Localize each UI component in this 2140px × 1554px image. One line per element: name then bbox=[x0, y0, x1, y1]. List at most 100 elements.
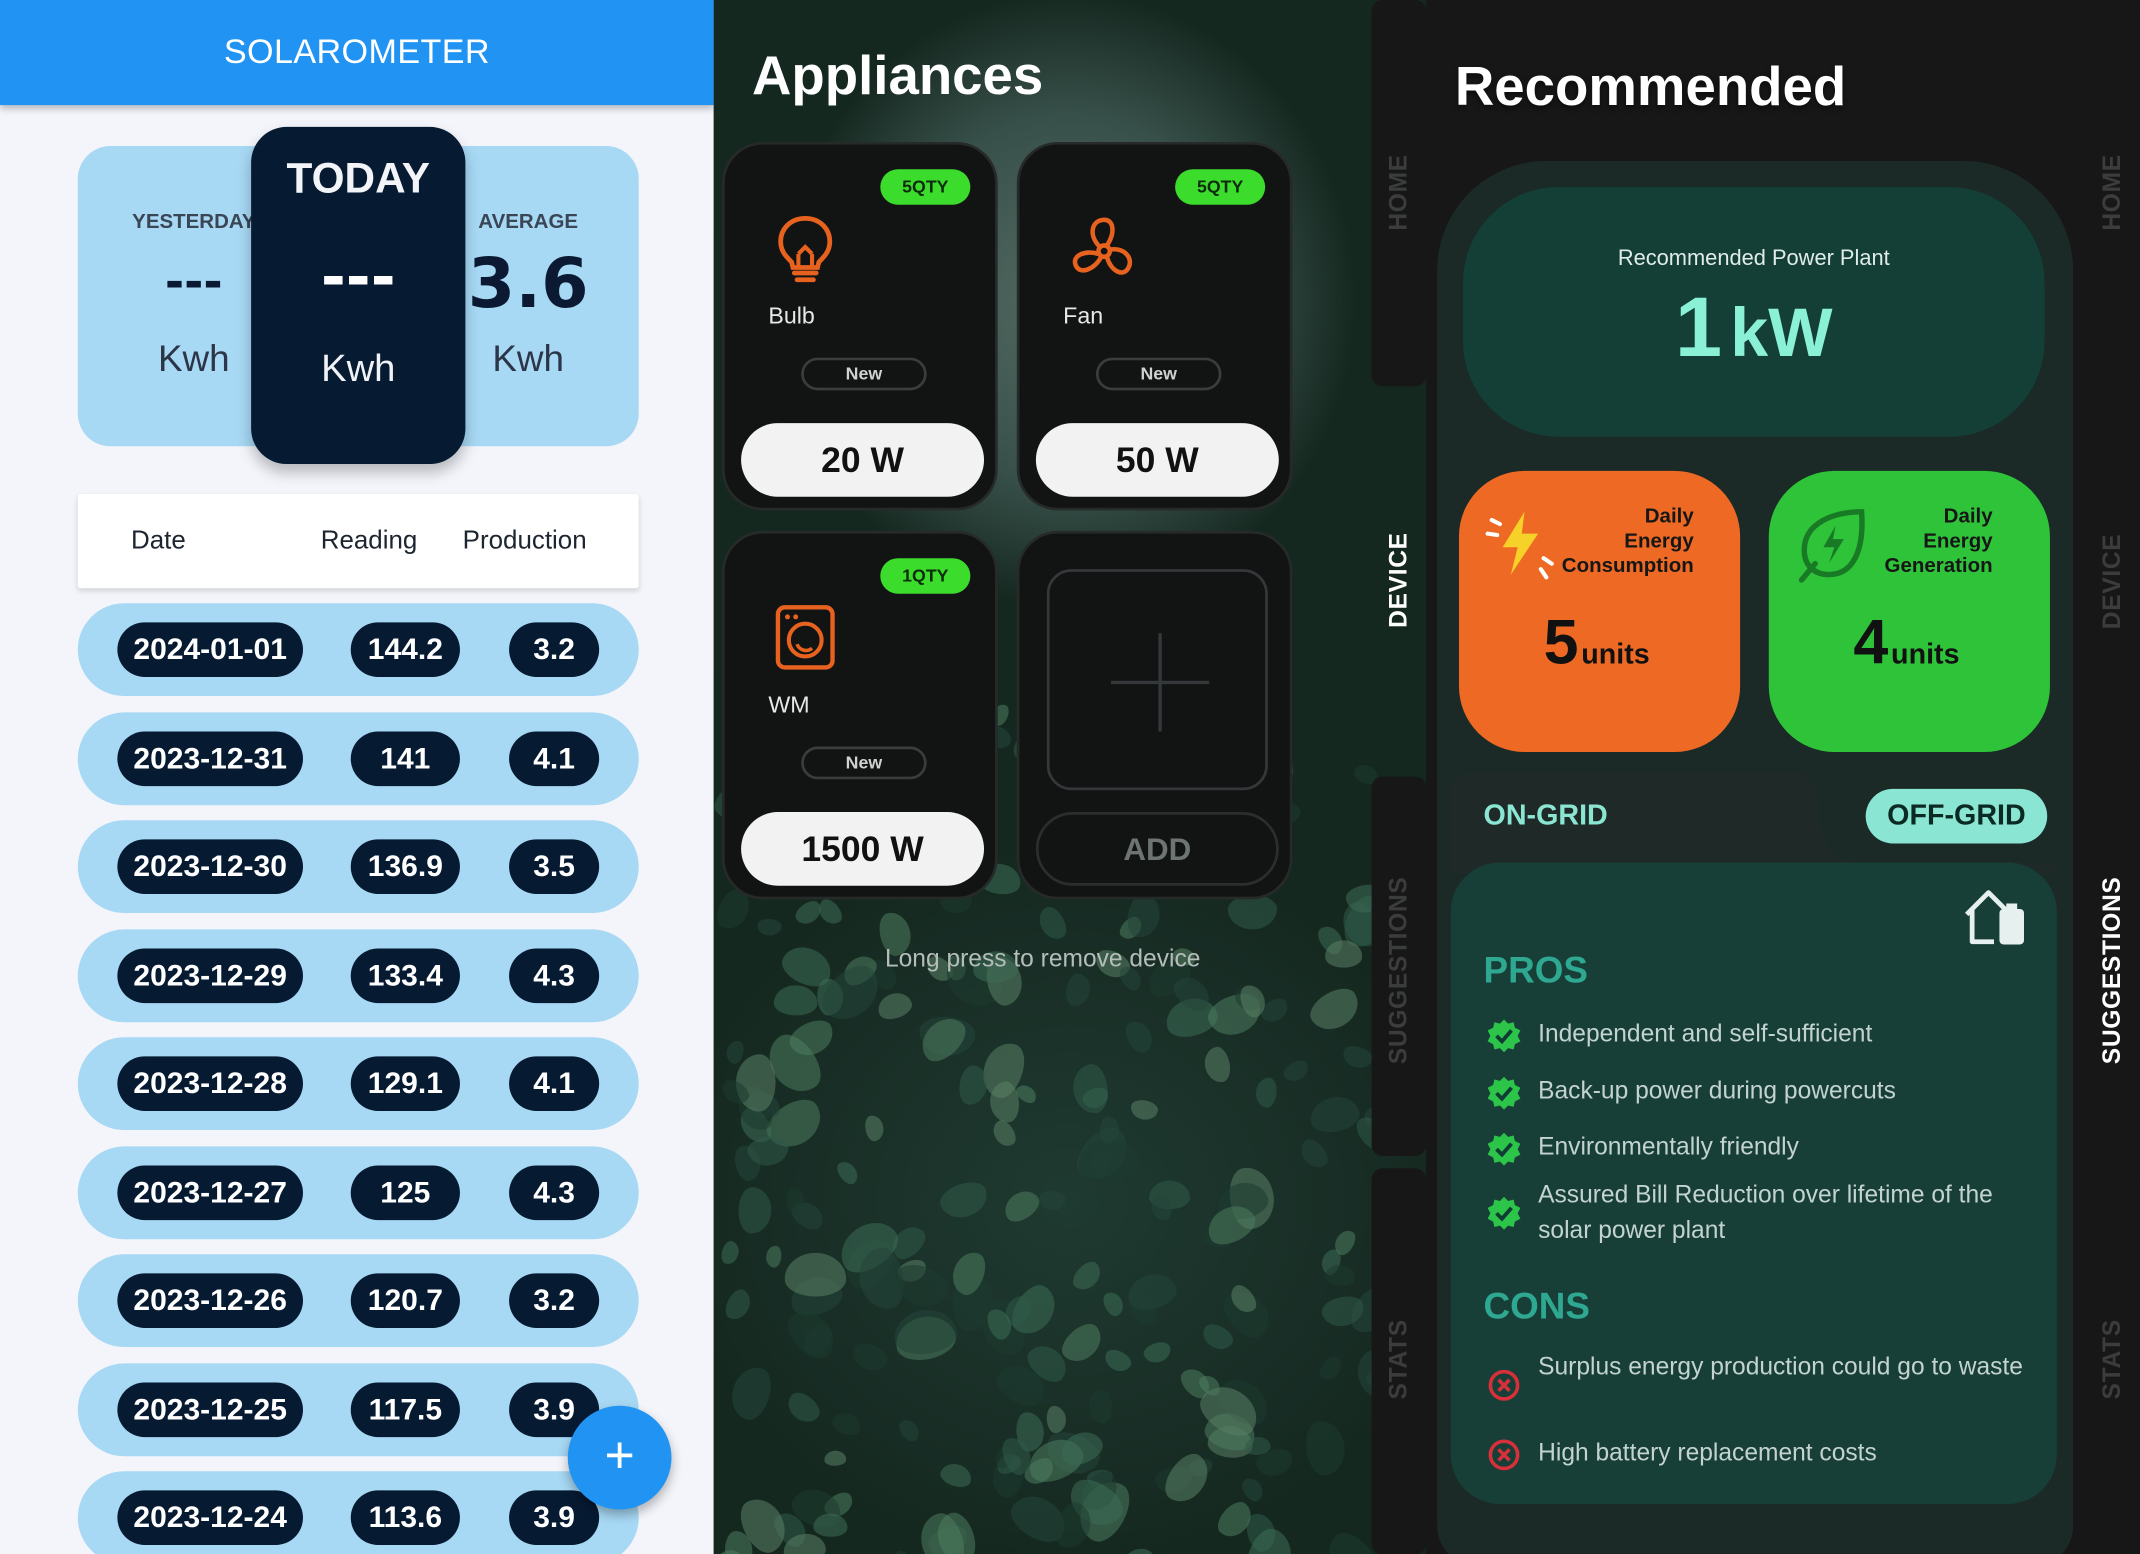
con-item: Surplus energy production could go to wa… bbox=[1538, 1352, 2023, 1380]
device-wattage[interactable]: 1500 W bbox=[741, 812, 985, 886]
bulb-icon bbox=[778, 215, 833, 283]
fan-icon bbox=[1072, 217, 1133, 275]
average-unit: Kwh bbox=[492, 338, 565, 380]
app-bar: SOLAROMETER bbox=[0, 0, 714, 106]
device-status: New bbox=[1095, 357, 1222, 391]
tab-off-grid[interactable]: OFF-GRID bbox=[1865, 788, 2048, 844]
generation-value: 4 units bbox=[1853, 605, 1960, 677]
today-label: TODAY bbox=[286, 154, 430, 202]
table-row[interactable]: 2023-12-27 125 4.3 bbox=[77, 1145, 639, 1239]
plus-icon: + bbox=[604, 1427, 635, 1485]
pro-item: Environmentally friendly bbox=[1538, 1132, 1799, 1161]
check-badge-icon bbox=[1487, 1076, 1521, 1110]
row-date: 2023-12-25 bbox=[117, 1381, 303, 1437]
nav-item-suggestions[interactable]: SUGGESTIONS bbox=[2085, 777, 2140, 1163]
recommended-plant-card: Recommended Power Plant 1 kW bbox=[1463, 186, 2045, 437]
row-production: 4.1 bbox=[509, 1056, 600, 1111]
row-reading: 125 bbox=[350, 1164, 460, 1220]
row-date: 2023-12-30 bbox=[117, 839, 303, 894]
cross-circle-icon bbox=[1488, 1369, 1520, 1401]
row-production: 3.9 bbox=[509, 1490, 600, 1545]
row-date: 2023-12-28 bbox=[117, 1056, 303, 1111]
device-card-bulb[interactable]: 5QTY Bulb New 20 W bbox=[721, 141, 998, 511]
table-row[interactable]: 2023-12-29 133.4 4.3 bbox=[77, 928, 639, 1022]
table-row[interactable]: 2023-12-30 136.9 3.5 bbox=[77, 820, 639, 914]
device-status: New bbox=[801, 746, 927, 780]
row-date: 2023-12-27 bbox=[117, 1164, 303, 1220]
row-date: 2023-12-26 bbox=[117, 1273, 303, 1328]
consumption-value: 5 units bbox=[1543, 605, 1650, 677]
row-reading: 120.7 bbox=[350, 1273, 460, 1328]
appliances-screen: Appliances 5QTY Bulb New 20 W 5QTY Fan N… bbox=[713, 0, 1427, 1554]
nav-item-home[interactable]: HOME bbox=[2085, 0, 2140, 387]
device-name: WM bbox=[768, 691, 810, 718]
plant-label: Recommended Power Plant bbox=[1617, 247, 1890, 271]
table-row[interactable]: 2024-01-01 144.2 3.2 bbox=[77, 603, 639, 697]
cross-circle-icon bbox=[1488, 1439, 1520, 1471]
nav-item-device[interactable]: DEVICE bbox=[2085, 390, 2140, 773]
nav-item-home[interactable]: HOME bbox=[1371, 0, 1427, 387]
header-reading: Reading bbox=[320, 526, 418, 556]
quantity-badge: 1QTY bbox=[880, 558, 971, 594]
table-row[interactable]: 2023-12-31 141 4.1 bbox=[77, 711, 639, 805]
yesterday-value: --- bbox=[164, 255, 223, 310]
pro-item: Assured Bill Reduction over lifetime of … bbox=[1538, 1180, 1993, 1244]
row-date: 2023-12-31 bbox=[117, 730, 303, 786]
con-item: High battery replacement costs bbox=[1538, 1438, 1877, 1466]
average-value: 3.6 bbox=[467, 244, 589, 324]
row-date: 2024-01-01 bbox=[117, 622, 303, 677]
lightning-icon bbox=[1485, 511, 1554, 580]
row-production: 4.3 bbox=[509, 947, 600, 1003]
average-label: AVERAGE bbox=[478, 210, 579, 234]
row-reading: 136.9 bbox=[350, 839, 460, 894]
header-production: Production bbox=[462, 526, 587, 556]
device-wattage[interactable]: 20 W bbox=[741, 423, 985, 497]
table-row[interactable]: 2023-12-26 120.7 3.2 bbox=[77, 1254, 639, 1348]
add-reading-button[interactable]: + bbox=[567, 1405, 672, 1510]
tab-on-grid[interactable]: ON-GRID bbox=[1484, 800, 1608, 833]
row-reading: 144.2 bbox=[350, 622, 460, 677]
add-device-button[interactable]: ADD bbox=[1035, 812, 1279, 886]
add-device-card[interactable]: ADD bbox=[1016, 530, 1293, 900]
table-row[interactable]: 2023-12-28 129.1 4.1 bbox=[77, 1037, 639, 1131]
device-name: Fan bbox=[1063, 302, 1104, 329]
check-badge-icon bbox=[1487, 1132, 1521, 1166]
solarometer-screen: SOLAROMETER YESTERDAY --- Kwh AVERAGE 3.… bbox=[0, 0, 714, 1554]
nav-item-device[interactable]: DEVICE bbox=[1372, 399, 1427, 765]
table-row[interactable]: 2023-12-25 117.5 3.9 bbox=[77, 1362, 639, 1456]
check-badge-icon bbox=[1487, 1019, 1521, 1053]
plus-icon bbox=[1110, 633, 1210, 732]
daily-generation-card: Daily Energy Generation 4 units bbox=[1768, 470, 2050, 753]
device-name: Bulb bbox=[768, 302, 815, 329]
device-status: New bbox=[801, 357, 927, 391]
today-value: --- bbox=[320, 242, 396, 313]
nav-item-suggestions[interactable]: SUGGESTIONS bbox=[1371, 776, 1427, 1156]
nav-item-stats[interactable]: STATS bbox=[2085, 1168, 2140, 1554]
row-reading: 133.4 bbox=[350, 947, 460, 1003]
table-row[interactable]: 2023-12-24 113.6 3.9 bbox=[77, 1471, 639, 1554]
quantity-badge: 5QTY bbox=[880, 169, 971, 205]
row-reading: 141 bbox=[350, 730, 460, 786]
pro-item: Independent and self-sufficient bbox=[1538, 1019, 1873, 1047]
consumption-title: Daily Energy Consumption bbox=[1561, 504, 1694, 578]
add-device-area[interactable] bbox=[1046, 569, 1268, 791]
pro-item: Back-up power during powercuts bbox=[1538, 1076, 1896, 1105]
row-production: 4.3 bbox=[509, 1164, 600, 1220]
page-title: Recommended bbox=[1454, 57, 1847, 118]
nav-item-stats[interactable]: STATS bbox=[1371, 1168, 1427, 1554]
app-title: SOLAROMETER bbox=[223, 32, 490, 71]
device-wattage[interactable]: 50 W bbox=[1035, 423, 1279, 497]
remove-hint: Long press to remove device bbox=[884, 944, 1201, 972]
yesterday-unit: Kwh bbox=[157, 338, 230, 380]
device-card-fan[interactable]: 5QTY Fan New 50 W bbox=[1016, 141, 1293, 511]
device-card-wm[interactable]: 1QTY WM New 1500 W bbox=[721, 530, 998, 900]
table-header: Date Reading Production bbox=[77, 494, 639, 589]
row-date: 2023-12-29 bbox=[117, 947, 303, 1003]
daily-consumption-card: Daily Energy Consumption 5 units bbox=[1458, 470, 1741, 753]
eco-leaf-icon bbox=[1798, 509, 1865, 583]
pros-title: PROS bbox=[1483, 949, 1588, 991]
header-date: Date bbox=[131, 526, 186, 556]
row-reading: 117.5 bbox=[350, 1381, 460, 1437]
today-unit: Kwh bbox=[321, 346, 396, 389]
row-production: 3.2 bbox=[509, 1273, 600, 1328]
